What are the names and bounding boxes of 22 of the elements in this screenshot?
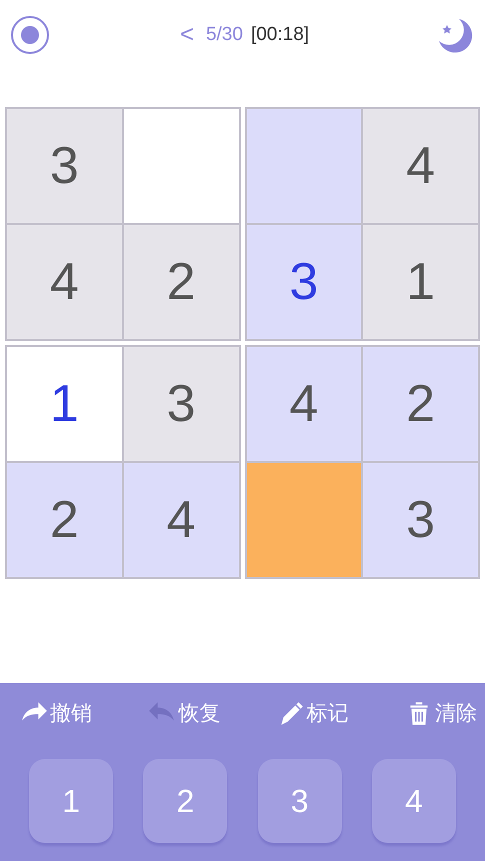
sudoku-cell[interactable]: 4 <box>7 225 122 339</box>
tool-button[interactable]: 清除 <box>404 695 477 731</box>
sudoku-cell[interactable] <box>246 463 362 577</box>
record-icon[interactable] <box>10 15 50 55</box>
sudoku-cell[interactable]: 1 <box>7 347 122 461</box>
timer: [00:18] <box>250 24 310 46</box>
tool-button[interactable]: 撤销 <box>20 695 92 731</box>
sudoku-cell[interactable]: 3 <box>124 347 238 461</box>
sudoku-cell[interactable]: 2 <box>124 225 238 339</box>
sudoku-cell[interactable]: 4 <box>124 463 238 577</box>
sudoku-cell[interactable]: 2 <box>363 347 478 461</box>
back-button[interactable]: < <box>176 21 198 49</box>
sudoku-cell[interactable]: 3 <box>246 225 362 339</box>
tool-button[interactable]: 标记 <box>276 695 349 731</box>
sudoku-cell[interactable] <box>246 109 362 223</box>
sudoku-cell[interactable]: 3 <box>7 109 122 223</box>
sudoku-cell[interactable] <box>124 109 238 223</box>
sudoku-cell[interactable]: 1 <box>363 225 478 339</box>
sudoku-cell[interactable]: 2 <box>7 463 122 577</box>
sudoku-cell[interactable]: 3 <box>363 463 478 577</box>
sudoku-cell[interactable]: 4 <box>363 109 478 223</box>
sudoku-cell[interactable]: 4 <box>246 347 362 461</box>
